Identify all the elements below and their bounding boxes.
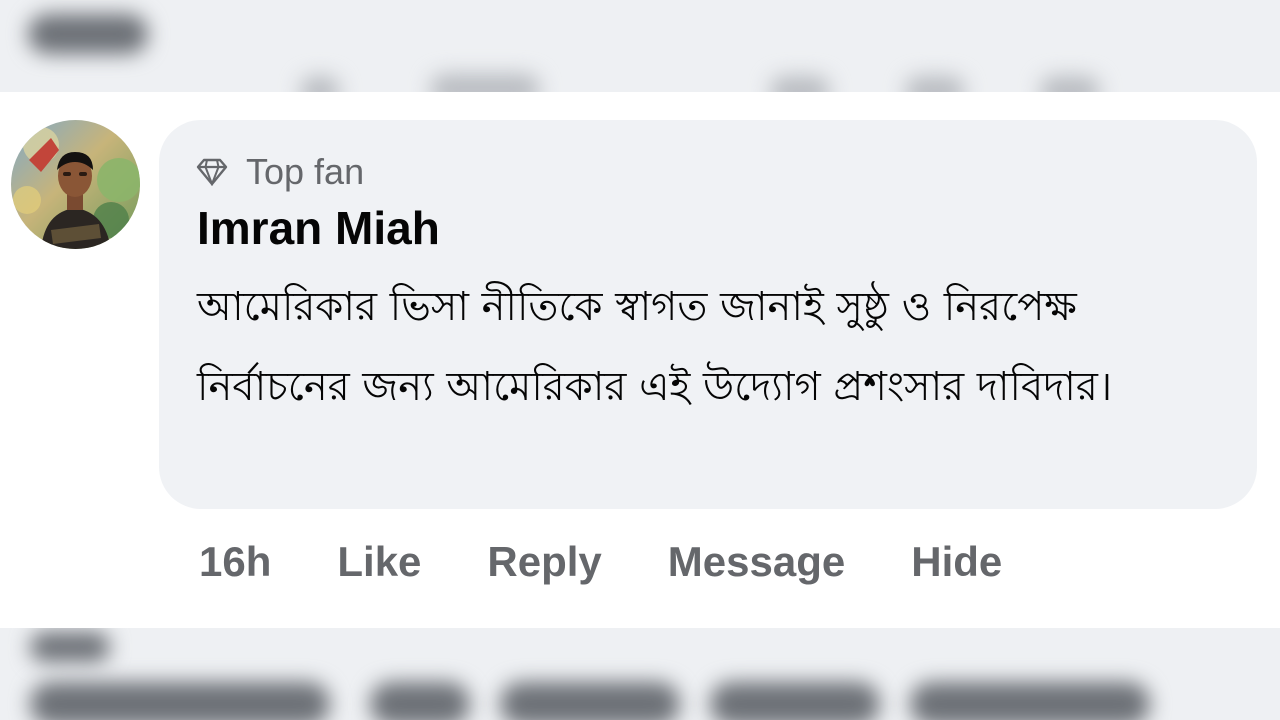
blurred-previous-comment (0, 0, 1280, 92)
profile-photo-icon (11, 120, 140, 249)
timestamp[interactable]: 16h (199, 532, 271, 592)
blurred-next-comment (0, 628, 1280, 720)
comment-screenshot: Top fan Imran Miah আমেরিকার ভিসা নীতিকে … (0, 0, 1280, 720)
avatar[interactable] (11, 120, 140, 249)
comment-bubble: Top fan Imran Miah আমেরিকার ভিসা নীতিকে … (159, 120, 1257, 509)
comment-actions: 16h Like Reply Message Hide (199, 532, 1068, 592)
top-fan-badge: Top fan (196, 150, 364, 194)
badge-label: Top fan (246, 151, 365, 192)
diamond-icon (196, 158, 228, 187)
message-button[interactable]: Message (668, 532, 845, 592)
hide-button[interactable]: Hide (911, 532, 1002, 592)
like-button[interactable]: Like (337, 532, 421, 592)
author-name[interactable]: Imran Miah (197, 200, 440, 256)
comment-text: আমেরিকার ভিসা নীতিকে স্বাগত জানাই সুষ্ঠু… (197, 284, 1113, 410)
reply-button[interactable]: Reply (487, 532, 601, 592)
